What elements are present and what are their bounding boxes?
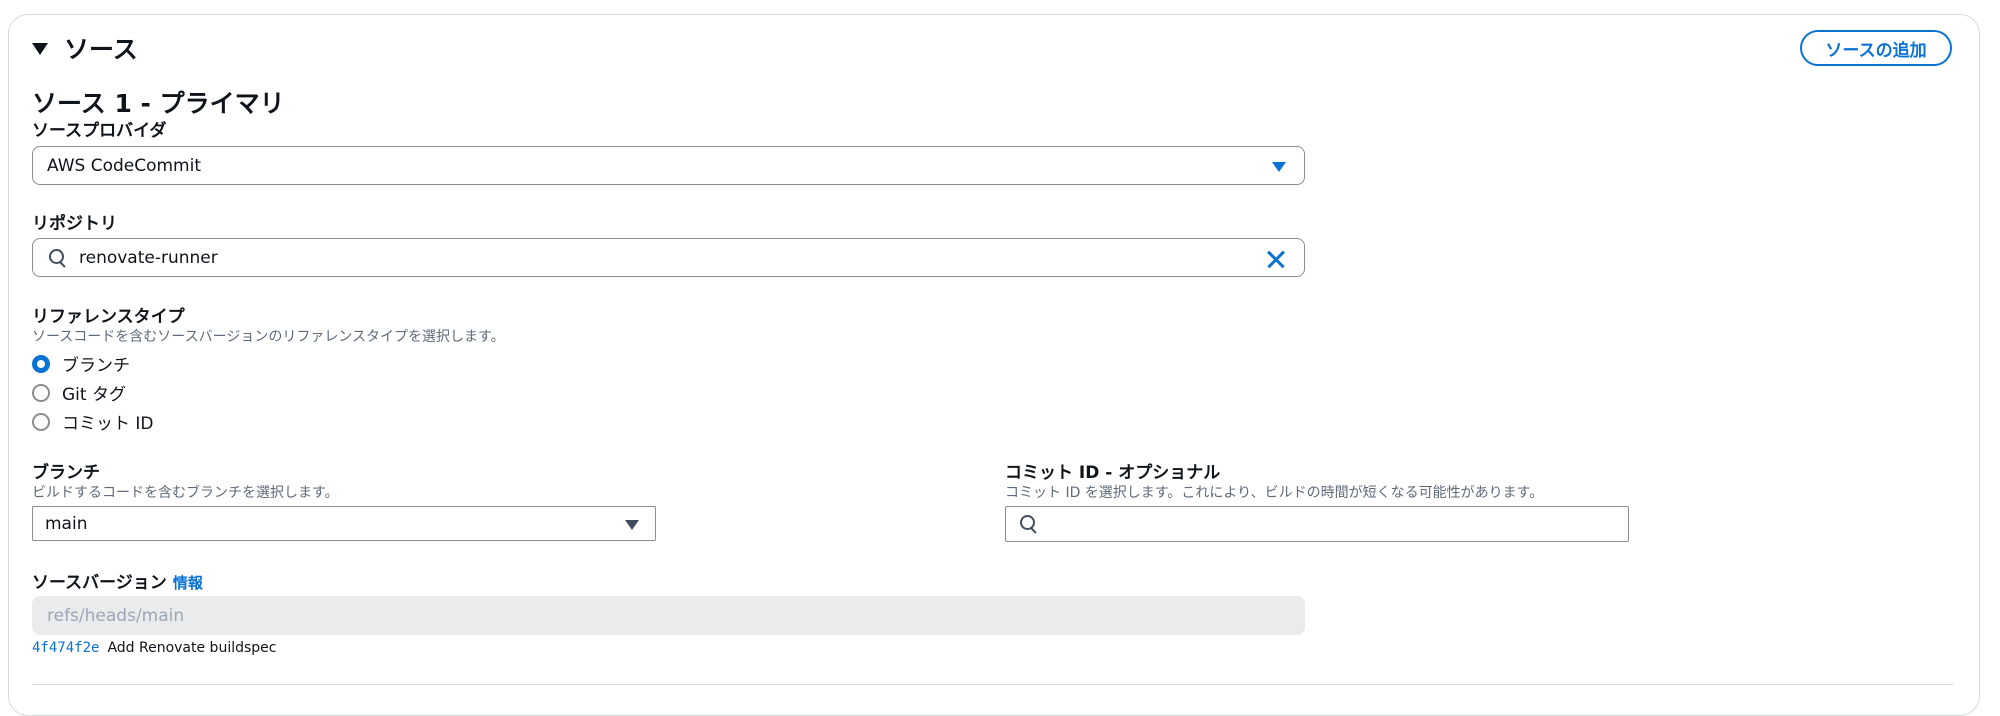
source-provider-value: AWS CodeCommit <box>47 155 202 176</box>
radio-button[interactable] <box>32 383 50 402</box>
repository-label: リポジトリ <box>32 214 117 234</box>
commit-id-search-input[interactable] <box>1005 506 1629 542</box>
section-title: ソース <box>64 35 138 64</box>
radio-button[interactable] <box>32 412 50 431</box>
radio-option-branch[interactable]: ブランチ <box>32 351 130 376</box>
select-caret-down-icon <box>1272 162 1286 172</box>
source-version-input: refs/heads/main <box>32 596 1305 635</box>
source-version-header: ソースバージョン 情報 <box>32 568 203 593</box>
branch-label: ブランチ <box>32 463 100 483</box>
commit-info: 4f474f2e Add Renovate buildspec <box>32 640 276 656</box>
radio-option-commit-id[interactable]: コミット ID <box>32 409 154 434</box>
branch-select[interactable]: main <box>32 506 656 541</box>
radio-label-commit-id: コミット ID <box>62 414 154 434</box>
reference-type-label: リファレンスタイプ <box>32 307 185 327</box>
clear-icon[interactable] <box>1264 247 1288 271</box>
radio-button-checked[interactable] <box>32 354 50 373</box>
commit-id-label: コミット ID - オプショナル <box>1005 463 1221 483</box>
source-provider-select[interactable]: AWS CodeCommit <box>32 146 1305 185</box>
commit-message: Add Renovate buildspec <box>107 640 277 656</box>
select-caret-down-icon <box>625 520 639 530</box>
repository-search-input[interactable]: renovate-runner <box>32 238 1305 277</box>
source-settings-page: ソース ソースの追加 ソース 1 - プライマリ ソースプロバイダ AWS Co… <box>0 0 2000 716</box>
search-icon <box>1018 513 1040 535</box>
add-source-button[interactable]: ソースの追加 <box>1800 30 1952 66</box>
radio-label-git-tag: Git タグ <box>62 385 126 405</box>
search-icon <box>47 247 69 269</box>
radio-label-branch: ブランチ <box>62 356 130 376</box>
section-divider <box>32 684 1954 685</box>
section-header[interactable]: ソース <box>32 30 138 66</box>
source-provider-label: ソースプロバイダ <box>32 121 167 141</box>
commit-hash-link[interactable]: 4f474f2e <box>32 640 99 656</box>
source-1-heading: ソース 1 - プライマリ <box>32 89 285 118</box>
radio-option-git-tag[interactable]: Git タグ <box>32 380 126 405</box>
source-version-label: ソースバージョン <box>32 573 167 593</box>
info-link[interactable]: 情報 <box>173 572 203 593</box>
branch-description: ビルドするコードを含むブランチを選択します。 <box>32 485 339 501</box>
source-version-value: refs/heads/main <box>47 605 185 626</box>
caret-down-icon[interactable] <box>32 43 48 55</box>
branch-value: main <box>45 513 88 534</box>
repository-value: renovate-runner <box>79 247 218 268</box>
reference-type-description: ソースコードを含むソースバージョンのリファレンスタイプを選択します。 <box>32 329 505 345</box>
commit-id-description: コミット ID を選択します。これにより、ビルドの時間が短くなる可能性があります… <box>1005 485 1544 501</box>
